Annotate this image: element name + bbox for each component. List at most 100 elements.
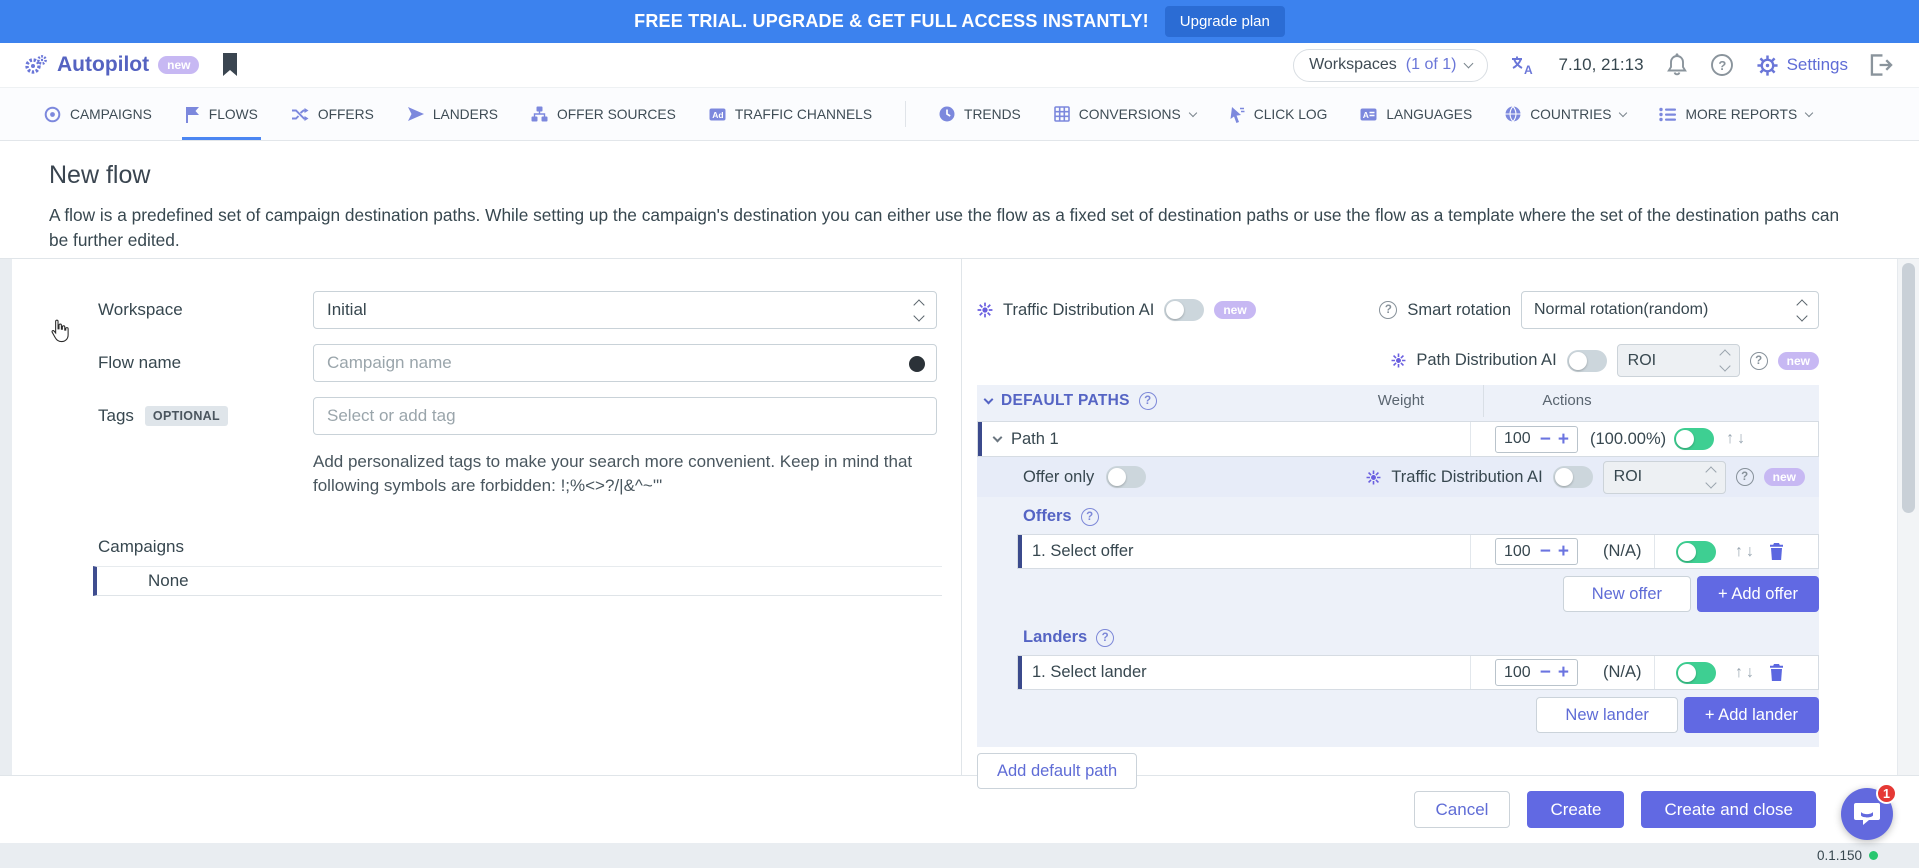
nav-item-conversions[interactable]: CONVERSIONS [1054, 88, 1196, 140]
bookmark-icon[interactable] [221, 53, 239, 77]
path-ai-help-icon[interactable]: ? [1750, 352, 1768, 370]
add-offer-button[interactable]: + Add offer [1697, 576, 1819, 612]
weight-minus-button[interactable]: − [1540, 663, 1551, 682]
traffic-ai-toggle[interactable] [1164, 299, 1204, 321]
nav-label: OFFER SOURCES [557, 107, 676, 122]
weight-plus-button[interactable]: + [1558, 430, 1569, 449]
brand[interactable]: Autopilot new [24, 53, 199, 77]
upgrade-plan-button[interactable]: Upgrade plan [1165, 6, 1285, 37]
create-button[interactable]: Create [1527, 791, 1624, 828]
traffic-ai-row: Traffic Distribution AI new ? Smart rota… [977, 291, 1819, 329]
nav-item-more-reports[interactable]: MORE REPORTS [1659, 88, 1812, 140]
translate-icon[interactable]: A [1510, 54, 1536, 76]
offer-weight-percent: (N/A) [1603, 542, 1642, 561]
default-paths-help-icon[interactable]: ? [1139, 392, 1157, 410]
offer-enabled-toggle[interactable] [1676, 541, 1716, 563]
offer-weight-input[interactable]: 100 − + [1495, 538, 1578, 565]
nav-item-countries[interactable]: COUNTRIES [1505, 88, 1626, 140]
path-enabled-toggle[interactable] [1674, 428, 1714, 450]
select-chevrons-icon [915, 301, 923, 320]
new-offer-button[interactable]: New offer [1563, 576, 1691, 612]
app-window: FREE TRIAL. UPGRADE & GET FULL ACCESS IN… [0, 0, 1919, 868]
traffic-channels-ad-icon: Ad [709, 107, 726, 122]
nav-item-flows[interactable]: FLOWS [185, 88, 258, 140]
move-up-icon[interactable]: ↑ [1726, 430, 1734, 448]
lander-weight-input[interactable]: 100 − + [1495, 659, 1578, 686]
new-lander-button[interactable]: New lander [1536, 697, 1677, 733]
move-down-icon[interactable]: ↓ [1746, 543, 1754, 561]
delete-trash-icon[interactable] [1769, 664, 1784, 681]
weight-minus-button[interactable]: − [1540, 542, 1551, 561]
landers-help-icon[interactable]: ? [1096, 629, 1114, 647]
weight-plus-button[interactable]: + [1558, 542, 1569, 561]
default-paths-title[interactable]: DEFAULT PATHS ? [985, 392, 1157, 410]
move-up-icon[interactable]: ↑ [1735, 543, 1743, 561]
path-weight-input[interactable]: 100 − + [1495, 426, 1578, 453]
nav-item-landers[interactable]: LANDERS [407, 88, 498, 140]
chat-widget-button[interactable]: 1 [1841, 788, 1893, 840]
sign-out-icon[interactable] [1870, 54, 1893, 76]
select-chevrons-icon [1707, 468, 1715, 487]
path-name: Path 1 [1011, 430, 1059, 449]
delete-trash-icon[interactable] [1769, 543, 1784, 560]
nav-label: LANDERS [433, 107, 498, 122]
collapse-chevron-icon [993, 432, 1003, 442]
nav-item-traffic-channels[interactable]: Ad TRAFFIC CHANNELS [709, 88, 872, 140]
nav-item-campaigns[interactable]: CAMPAIGNS [44, 88, 152, 140]
notifications-bell-icon[interactable] [1666, 53, 1688, 77]
optional-badge: OPTIONAL [145, 406, 228, 426]
status-online-dot [1869, 851, 1878, 860]
lander-select[interactable]: 1. Select lander [1018, 663, 1470, 682]
workspaces-selector[interactable]: Workspaces (1 of 1) [1293, 49, 1488, 82]
offer-select[interactable]: 1. Select offer [1018, 542, 1470, 561]
workspace-select[interactable]: Initial [313, 291, 937, 329]
tags-input[interactable] [327, 398, 923, 434]
nav-item-trends[interactable]: TRENDS [939, 88, 1021, 140]
nav-label: TRAFFIC CHANNELS [735, 107, 872, 122]
offers-help-icon[interactable]: ? [1081, 508, 1099, 526]
ai-brain-icon [977, 302, 993, 318]
add-lander-button[interactable]: + Add lander [1684, 697, 1819, 733]
traffic-ai-label: Traffic Distribution AI [1003, 301, 1154, 320]
path-row: Path 1 100 − + (100.00%) ↑ [977, 421, 1819, 457]
row-accent-bar [1018, 656, 1022, 689]
cancel-button[interactable]: Cancel [1414, 791, 1511, 828]
weight-minus-button[interactable]: − [1540, 430, 1551, 449]
default-paths-header: DEFAULT PATHS ? Weight Actions [977, 385, 1819, 417]
path-ai-metric-select[interactable]: ROI [1617, 344, 1740, 377]
help-icon[interactable]: ? [1710, 53, 1734, 77]
svg-text:?: ? [1718, 58, 1726, 73]
settings-button[interactable]: Settings [1756, 54, 1848, 77]
create-and-close-button[interactable]: Create and close [1641, 791, 1816, 828]
path-traffic-ai-toggle[interactable] [1553, 466, 1593, 488]
weight-column-header: Weight [1378, 392, 1424, 409]
nav-item-click-log[interactable]: CLICK LOG [1229, 88, 1328, 140]
svg-text:Ad: Ad [712, 110, 723, 120]
nav-item-languages[interactable]: A LANGUAGES [1360, 88, 1472, 140]
nav-item-offer-sources[interactable]: OFFER SOURCES [531, 88, 676, 140]
weight-plus-button[interactable]: + [1558, 663, 1569, 682]
reorder-arrows: ↑ ↓ [1726, 430, 1745, 448]
add-default-path-button[interactable]: Add default path [977, 753, 1137, 789]
path-ai-toggle[interactable] [1567, 350, 1607, 372]
collapse-chevron-icon [984, 394, 994, 404]
scrollbar-thumb[interactable] [1902, 263, 1915, 513]
chevron-down-icon [1188, 108, 1196, 116]
path-traffic-ai-metric-select[interactable]: ROI [1603, 461, 1726, 494]
lander-buttons-row: New lander + Add lander [977, 697, 1819, 733]
smart-rotation-help-icon[interactable]: ? [1379, 301, 1397, 319]
flow-name-input[interactable] [327, 345, 923, 381]
lander-enabled-toggle[interactable] [1676, 662, 1716, 684]
smart-rotation-select[interactable]: Normal rotation(random) [1521, 291, 1819, 329]
move-up-icon[interactable]: ↑ [1735, 664, 1743, 682]
move-down-icon[interactable]: ↓ [1737, 430, 1745, 448]
nav-item-offers[interactable]: OFFERS [291, 88, 374, 140]
languages-icon: A [1360, 107, 1377, 122]
path-name-group[interactable]: Path 1 [978, 430, 1470, 449]
paths-column: Traffic Distribution AI new ? Smart rota… [961, 259, 1919, 775]
move-down-icon[interactable]: ↓ [1746, 664, 1754, 682]
weight-value: 100 [1504, 430, 1533, 448]
offer-only-toggle[interactable] [1106, 466, 1146, 488]
path-traffic-ai-label: Traffic Distribution AI [1391, 468, 1542, 487]
path-traffic-ai-help-icon[interactable]: ? [1736, 468, 1754, 486]
